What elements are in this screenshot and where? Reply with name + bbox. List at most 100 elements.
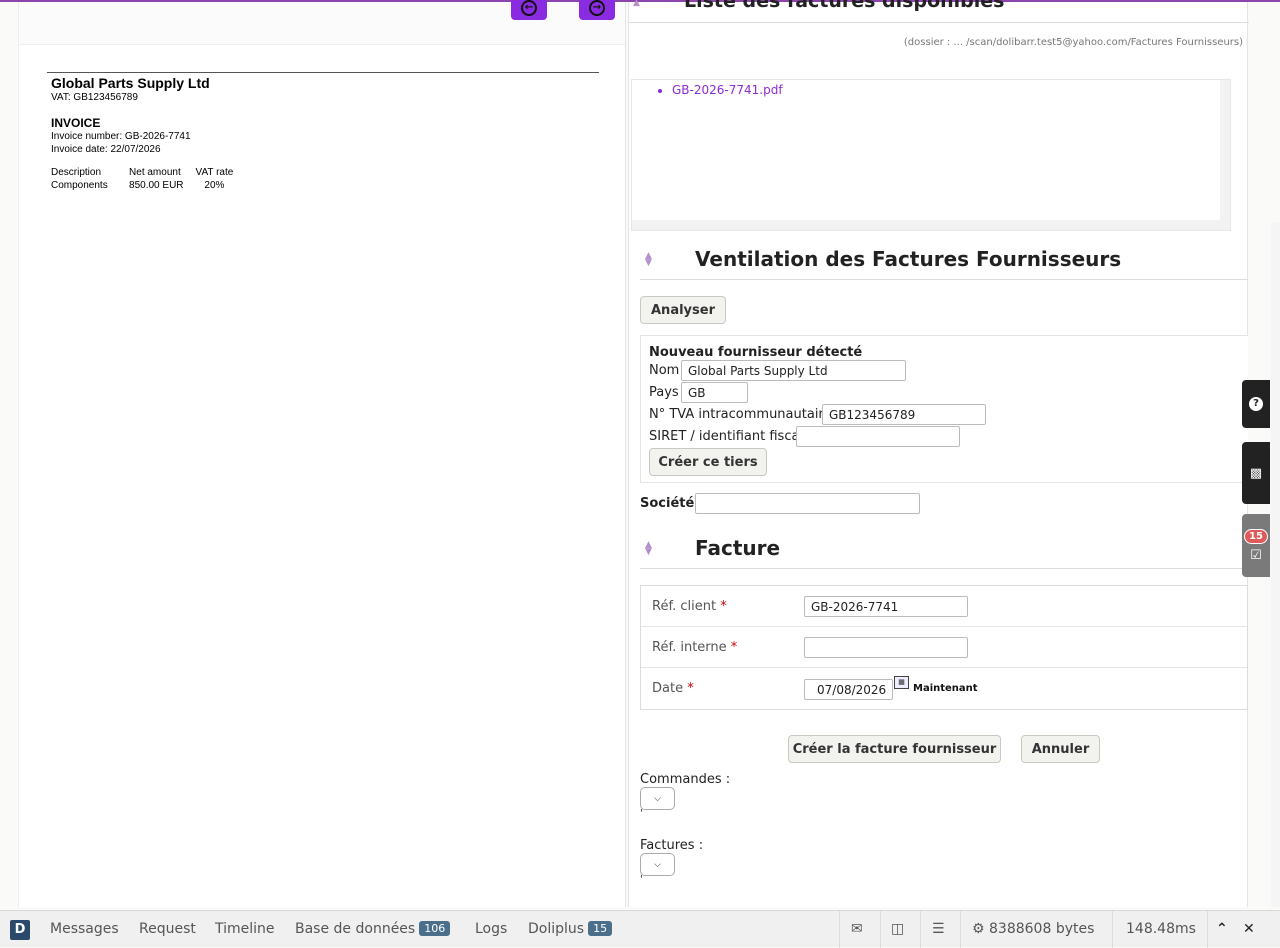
chat-button[interactable]: ▩ bbox=[1242, 442, 1270, 504]
table-cell: 20% bbox=[204, 180, 225, 191]
right-panel: ▲ Liste des factures disponibles (dossie… bbox=[628, 0, 1249, 907]
preview-navbar: ← → bbox=[19, 0, 625, 45]
ventilation-title: Ventilation des Factures Fournisseurs bbox=[695, 247, 1122, 271]
agenda-button[interactable]: 15 ☑ bbox=[1242, 514, 1270, 577]
factures-select[interactable]: ⌵ bbox=[640, 853, 675, 876]
debug-bar: D Messages Request Timeline Base de donn… bbox=[0, 910, 1280, 948]
database-count-badge: 106 bbox=[419, 921, 451, 936]
debug-tab-messages[interactable]: Messages bbox=[50, 921, 119, 937]
ref-interne-field[interactable] bbox=[804, 637, 968, 658]
debug-tab-request[interactable]: Request bbox=[139, 921, 196, 937]
invoice-document: Global Parts Supply Ltd VAT: GB123456789… bbox=[47, 72, 599, 192]
file-link[interactable]: GB-2026-7741.pdf bbox=[672, 83, 1220, 97]
memory-usage: ⚙ 8388608 bytes bbox=[972, 921, 1095, 937]
dolibarr-logo-icon[interactable]: D bbox=[10, 920, 30, 940]
document-invoice-date: Invoice date: 22/07/2026 bbox=[51, 144, 161, 155]
commandes-select[interactable]: ⌵ bbox=[640, 787, 675, 810]
page-scrollbar[interactable] bbox=[1271, 222, 1280, 907]
question-icon: ? bbox=[1249, 397, 1263, 411]
divider bbox=[920, 911, 921, 948]
analyser-button[interactable]: Analyser bbox=[640, 296, 726, 324]
debug-tab-doliplus[interactable]: Doliplus 15 bbox=[528, 921, 613, 937]
help-button[interactable]: ? bbox=[1242, 380, 1270, 428]
section-divider bbox=[640, 568, 1248, 569]
pays-field[interactable]: GB bbox=[681, 382, 748, 403]
request-duration: 148.48ms bbox=[1126, 921, 1196, 937]
date-field[interactable]: 07/08/2026 bbox=[804, 679, 893, 700]
ref-client-label: Réf. client * bbox=[652, 599, 727, 614]
ref-client-field[interactable]: GB-2026-7741 bbox=[804, 596, 968, 617]
table-cell: 850.00 EUR bbox=[129, 180, 184, 191]
societe-field[interactable] bbox=[695, 493, 920, 514]
date-label: Date * bbox=[652, 681, 694, 696]
tick-mark: ' bbox=[640, 808, 643, 819]
document-vat: VAT: GB123456789 bbox=[51, 92, 138, 103]
sort-toggle-icon[interactable]: ▲ ▼ bbox=[645, 541, 652, 557]
commandes-label: Commandes : bbox=[640, 772, 731, 787]
comments-icon: ▩ bbox=[1249, 465, 1263, 481]
calendar-check-icon: ☑ bbox=[1250, 547, 1262, 563]
chevron-up-icon[interactable]: ⌃ bbox=[1216, 921, 1228, 937]
agenda-badge: 15 bbox=[1244, 528, 1268, 544]
divider bbox=[1207, 911, 1208, 948]
siret-label: SIRET / identifiant fiscal bbox=[649, 429, 804, 444]
new-supplier-heading: Nouveau fournisseur détecté bbox=[649, 345, 863, 360]
file-list-viewport: GB-2026-7741.pdf bbox=[632, 80, 1220, 220]
debug-tab-timeline[interactable]: Timeline bbox=[215, 921, 275, 937]
document-lines-table: Description Net amount VAT rate Componen… bbox=[51, 166, 239, 192]
arrow-right-icon: → bbox=[589, 0, 605, 16]
nom-field[interactable]: Global Parts Supply Ltd bbox=[681, 360, 906, 381]
table-cell: Components bbox=[51, 180, 108, 191]
factures-label: Factures : bbox=[640, 838, 704, 853]
divider bbox=[839, 911, 840, 948]
table-header: Description bbox=[51, 167, 102, 178]
cancel-button[interactable]: Annuler bbox=[1021, 735, 1100, 763]
close-icon[interactable]: ✕ bbox=[1243, 921, 1255, 937]
divider bbox=[1112, 911, 1113, 948]
create-tiers-button[interactable]: Créer ce tiers bbox=[649, 448, 767, 476]
doliplus-count-badge: 15 bbox=[588, 921, 613, 936]
debug-tab-database[interactable]: Base de données 106 bbox=[295, 921, 451, 937]
table-header-row: Description Net amount VAT rate bbox=[51, 166, 239, 179]
invoice-preview-panel: ← → Global Parts Supply Ltd VAT: GB12345… bbox=[18, 0, 626, 907]
divider bbox=[960, 911, 961, 948]
tva-label: N° TVA intracommunautaire bbox=[649, 407, 832, 422]
sort-toggle-icon[interactable]: ▲ ▼ bbox=[645, 252, 652, 268]
create-invoice-button[interactable]: Créer la facture fournisseur bbox=[788, 735, 1001, 763]
arrow-left-icon: ← bbox=[521, 0, 537, 16]
database-icon[interactable]: ☰ bbox=[932, 921, 945, 937]
facture-form: Réf. client * GB-2026-7741 Réf. interne … bbox=[640, 585, 1248, 710]
tick-mark: ' bbox=[640, 874, 643, 885]
document-invoice-number: Invoice number: GB-2026-7741 bbox=[51, 131, 191, 142]
document-rule bbox=[47, 72, 599, 73]
calendar-icon[interactable]: ▦ bbox=[894, 676, 909, 689]
societe-label: Société bbox=[640, 496, 695, 511]
tva-field[interactable]: GB123456789 bbox=[822, 404, 986, 425]
gears-icon: ⚙ bbox=[972, 921, 985, 937]
ref-interne-row: Réf. interne * bbox=[641, 627, 1247, 668]
maintenant-link[interactable]: Maintenant bbox=[913, 683, 978, 694]
pays-label: Pays bbox=[649, 385, 679, 400]
date-row: Date * 07/08/2026 ▦ Maintenant bbox=[641, 668, 1247, 709]
next-button[interactable]: → bbox=[579, 0, 615, 20]
nom-label: Nom bbox=[649, 363, 680, 378]
table-row: Components 850.00 EUR 20% bbox=[51, 179, 239, 192]
siret-field[interactable] bbox=[796, 426, 960, 447]
debug-tab-logs[interactable]: Logs bbox=[475, 921, 507, 937]
chevron-down-icon: ⌵ bbox=[654, 859, 661, 870]
monitor-icon[interactable]: ◫ bbox=[891, 921, 904, 937]
divider bbox=[880, 911, 881, 948]
ref-client-row: Réf. client * GB-2026-7741 bbox=[641, 586, 1247, 627]
previous-button[interactable]: ← bbox=[511, 0, 547, 20]
document-company: Global Parts Supply Ltd bbox=[51, 75, 210, 91]
liste-title: Liste des factures disponibles bbox=[684, 0, 1005, 12]
table-header: Net amount bbox=[129, 167, 181, 178]
chevron-down-icon: ⌵ bbox=[654, 793, 661, 804]
table-header: VAT rate bbox=[195, 167, 234, 178]
dossier-path: (dossier : ... /scan/dolibarr.test5@yaho… bbox=[903, 37, 1243, 48]
collapse-toggle-icon[interactable]: ▲ bbox=[633, 0, 640, 8]
section-divider bbox=[640, 279, 1248, 280]
ref-interne-label: Réf. interne * bbox=[652, 640, 738, 655]
facture-title: Facture bbox=[695, 536, 781, 560]
envelope-icon[interactable]: ✉ bbox=[851, 921, 863, 937]
